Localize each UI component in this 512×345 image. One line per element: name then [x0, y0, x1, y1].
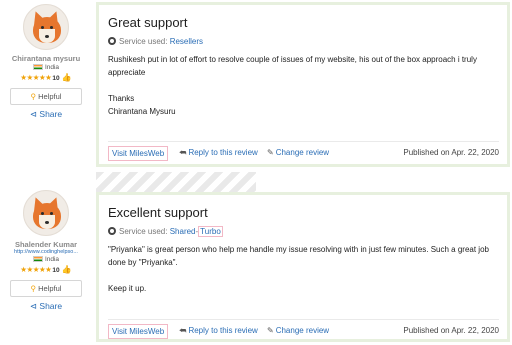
helpful-button[interactable]: ⚲ Helpful [10, 280, 82, 297]
country-label: India [44, 64, 60, 71]
edit-icon: ✎ [267, 148, 274, 157]
review-card: Great support Service used: Resellers Ru… [96, 2, 510, 167]
review-paragraph: "Priyanka" is great person who help me h… [108, 245, 489, 267]
service-used: Service used: Shared- Turbo [108, 226, 499, 237]
reply-label: Reply to this review [188, 326, 258, 335]
service-link-resellers[interactable]: Resellers [170, 37, 203, 46]
service-prefix: Service used: [119, 37, 168, 46]
published-date: Published on Apr. 22, 2020 [403, 148, 499, 157]
review-title: Great support [108, 15, 188, 30]
visit-milesweb-link[interactable]: Visit MilesWeb [108, 146, 169, 161]
review-item: Shalender Kumar http://www.codinghelpso.… [0, 172, 512, 345]
thumbs-up-icon: 👍 [61, 265, 72, 274]
reviewer-website-link[interactable]: http://www.codinghelpso... [0, 249, 92, 255]
share-icon: ⊲ [29, 301, 38, 311]
fox-avatar-icon [23, 190, 69, 236]
helpful-label: Helpful [38, 92, 62, 101]
reviewer-panel: Shalender Kumar http://www.codinghelpso.… [0, 190, 92, 312]
change-label: Change review [275, 148, 330, 157]
reviewer-name[interactable]: Chirantana mysuru [0, 54, 92, 63]
service-icon [108, 227, 116, 235]
share-label: Share [39, 109, 63, 119]
rating-score: 10 [52, 75, 60, 82]
lightbulb-icon: ⚲ [30, 92, 37, 101]
rating-score: 10 [52, 267, 60, 274]
service-prefix: Service used: [119, 227, 168, 236]
reviewer-country: India [0, 64, 92, 71]
visit-milesweb-link[interactable]: Visit MilesWeb [108, 324, 169, 339]
review-paragraph: Keep it up. [108, 284, 147, 293]
reply-link[interactable]: ⮪ Reply to this review [179, 148, 258, 158]
review-body: "Priyanka" is great person who help me h… [108, 243, 499, 295]
helpful-button[interactable]: ⚲ Helpful [10, 88, 82, 105]
review-paragraph: Chirantana Mysuru [108, 107, 176, 116]
review-body: Rushikesh put in lot of effort to resolv… [108, 53, 499, 118]
published-date: Published on Apr. 22, 2020 [403, 326, 499, 335]
reply-icon: ⮪ [179, 326, 187, 335]
edit-icon: ✎ [267, 326, 274, 335]
service-link-turbo[interactable]: Turbo [198, 226, 223, 237]
change-review-link[interactable]: ✎ Change review [267, 148, 329, 157]
india-flag-icon [32, 64, 43, 71]
change-label: Change review [275, 326, 330, 335]
review-footer: Visit MilesWeb ⮪ Reply to this review ✎ Ch… [108, 141, 499, 161]
helpful-label: Helpful [38, 284, 62, 293]
thumbs-up-icon: 👍 [61, 73, 72, 82]
reviewer-panel: Chirantana mysuru India ★★★★★10 👍 ⚲ Help… [0, 4, 92, 120]
fox-avatar-icon [23, 4, 69, 50]
india-flag-icon [32, 256, 43, 263]
lightbulb-icon: ⚲ [30, 284, 37, 293]
change-review-link[interactable]: ✎ Change review [267, 326, 329, 335]
review-card: Excellent support Service used: Shared- T… [96, 192, 510, 342]
reply-label: Reply to this review [188, 148, 258, 157]
star-icon: ★★★★★ [20, 73, 52, 82]
service-used: Service used: Resellers [108, 37, 499, 46]
reply-link[interactable]: ⮪ Reply to this review [179, 326, 258, 336]
share-link[interactable]: ⊲ Share [30, 109, 62, 120]
reply-icon: ⮪ [179, 148, 187, 157]
share-icon: ⊲ [29, 109, 38, 119]
reviewer-name[interactable]: Shalender Kumar [0, 240, 92, 249]
star-icon: ★★★★★ [20, 265, 52, 274]
service-link-shared[interactable]: Shared [170, 227, 196, 236]
share-label: Share [39, 301, 63, 311]
review-footer: Visit MilesWeb ⮪ Reply to this review ✎ Ch… [108, 319, 499, 339]
review-paragraph: Rushikesh put in lot of effort to resolv… [108, 55, 477, 77]
stripe-divider [96, 172, 256, 194]
reviewer-country: India [0, 256, 92, 263]
share-link[interactable]: ⊲ Share [30, 301, 62, 312]
service-icon [108, 37, 116, 45]
review-paragraph: Thanks [108, 94, 135, 103]
review-item: Chirantana mysuru India ★★★★★10 👍 ⚲ Help… [0, 0, 512, 170]
reviewer-rating: ★★★★★10 👍 [0, 265, 92, 274]
country-label: India [44, 256, 60, 263]
review-title: Excellent support [108, 205, 208, 220]
reviewer-rating: ★★★★★10 👍 [0, 73, 92, 82]
